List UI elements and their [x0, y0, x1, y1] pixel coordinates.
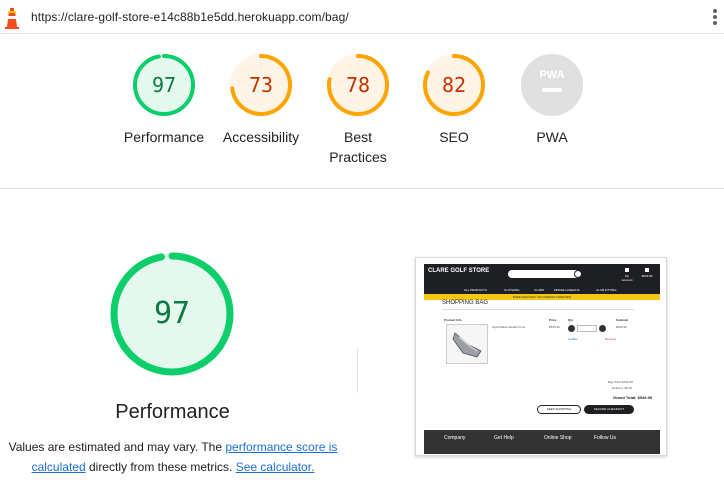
thumb-nav-item: CLOTHING: [504, 288, 520, 292]
gauge-label: Best Practices: [329, 129, 387, 165]
thumb-header: CLARE GOLF STORE My Account $549.99: [424, 264, 660, 286]
pwa-dash-icon: [542, 88, 562, 92]
thumb-subtotal: $549.99: [616, 325, 627, 329]
thumb-product-image: [446, 324, 488, 364]
thumb-price: $549.99: [549, 325, 560, 329]
thumb-col-subtotal: Subtotal: [616, 318, 628, 322]
url-bar: https://clare-golf-store-e14c88b1e5dd.he…: [0, 0, 724, 34]
gauge-label: Performance: [123, 129, 205, 145]
thumb-title: SHOPPING BAG: [442, 300, 489, 306]
gauge-score: 73: [249, 73, 273, 97]
thumb-search-input: [508, 270, 580, 278]
thumb-nav: ALL PRODUCTS CLOTHING CLUBS MISCELLANEOU…: [424, 286, 660, 294]
thumb-remove-link: Remove: [605, 337, 617, 341]
thumb-account-icon: My Account: [620, 268, 634, 282]
gauge-performance[interactable]: 97 Performance: [112, 52, 216, 147]
thumb-brand: CLARE GOLF STORE: [428, 268, 490, 274]
gauge-seo[interactable]: 82 SEO: [402, 52, 506, 147]
thumb-keep-shopping-button: KEEP SHOPPING: [537, 405, 581, 414]
gauge-ring: PWA: [521, 54, 583, 116]
desc-prefix: Values are estimated and may vary. The: [8, 440, 226, 454]
thumb-nav-item: MISCELLANEOUS: [554, 288, 580, 292]
gauge-score: 82: [442, 73, 466, 97]
performance-score-large: 97: [154, 296, 190, 331]
thumb-bag-icon: $549.99: [640, 268, 654, 280]
performance-title: Performance: [115, 401, 230, 423]
thumb-secure-checkout-button: SECURE CHECKOUT: [584, 405, 634, 414]
gauge-label: Accessibility: [222, 129, 300, 145]
performance-gauge-large: 97: [110, 252, 234, 376]
thumb-qty-input: [577, 325, 597, 332]
desc-middle: directly from these metrics.: [85, 460, 236, 474]
thumb-col-qty: Qty: [568, 318, 574, 322]
thumb-footer-col: Get Help: [494, 435, 514, 441]
thumb-delivery: Delivery: $0.00: [612, 386, 633, 390]
more-options-icon[interactable]: [712, 9, 718, 27]
thumb-footer-col: Company: [444, 435, 466, 441]
thumb-col-product: Product Info: [444, 318, 462, 322]
thumb-footer-col: Follow Us: [594, 435, 616, 441]
thumb-col-price: Price: [549, 318, 557, 322]
thumb-qty-decrease-icon: [568, 325, 575, 332]
gauge-label: SEO: [439, 129, 469, 145]
thumb-footer-col: Online Shop: [544, 435, 572, 441]
see-calculator-link[interactable]: See calculator.: [236, 460, 315, 474]
gauge-ring: 82: [423, 54, 485, 116]
lighthouse-logo-icon: [5, 8, 19, 29]
thumb-qty-increase-icon: [599, 325, 606, 332]
gauge-ring: 97: [133, 54, 195, 116]
gauge-ring: 73: [230, 54, 292, 116]
thumb-bag-total: Bag Total: $549.99: [608, 380, 633, 384]
performance-description: Values are estimated and may vary. The p…: [8, 437, 338, 477]
pwa-badge-text: PWA: [539, 69, 564, 81]
gauge-score: 97: [152, 73, 176, 97]
thumb-divider: [442, 309, 634, 310]
thumb-grand-total: Grand Total: $549.99: [613, 395, 653, 400]
vertical-divider: [357, 349, 358, 393]
gauge-ring: 78: [327, 54, 389, 116]
gauge-pwa[interactable]: PWA PWA: [500, 52, 604, 147]
thumb-nav-item: CLUBS: [534, 288, 545, 292]
url-text[interactable]: https://clare-golf-store-e14c88b1e5dd.he…: [31, 10, 349, 24]
thumb-product-name: TaylorMade Stealth Irons: [492, 325, 526, 329]
gauge-label: PWA: [536, 129, 568, 145]
category-gauges: 97 Performance 73 Accessibility 78 Best Pract…: [112, 52, 612, 172]
final-screenshot[interactable]: CLARE GOLF STORE My Account $549.99 ALL …: [415, 257, 667, 456]
thumb-footer: Company Get Help Online Shop Follow Us: [424, 430, 660, 454]
thumb-nav-item: CLUB FITTING: [596, 288, 617, 292]
gauge-best-practices[interactable]: 78 Best Practices: [306, 52, 410, 167]
gauge-accessibility[interactable]: 73 Accessibility: [209, 52, 313, 147]
thumb-search-icon: [574, 270, 582, 278]
thumb-update-link: Update: [568, 337, 578, 341]
thumb-nav-item: ALL PRODUCTS: [464, 288, 487, 292]
gauge-score: 78: [346, 73, 370, 97]
divider: [0, 188, 724, 189]
